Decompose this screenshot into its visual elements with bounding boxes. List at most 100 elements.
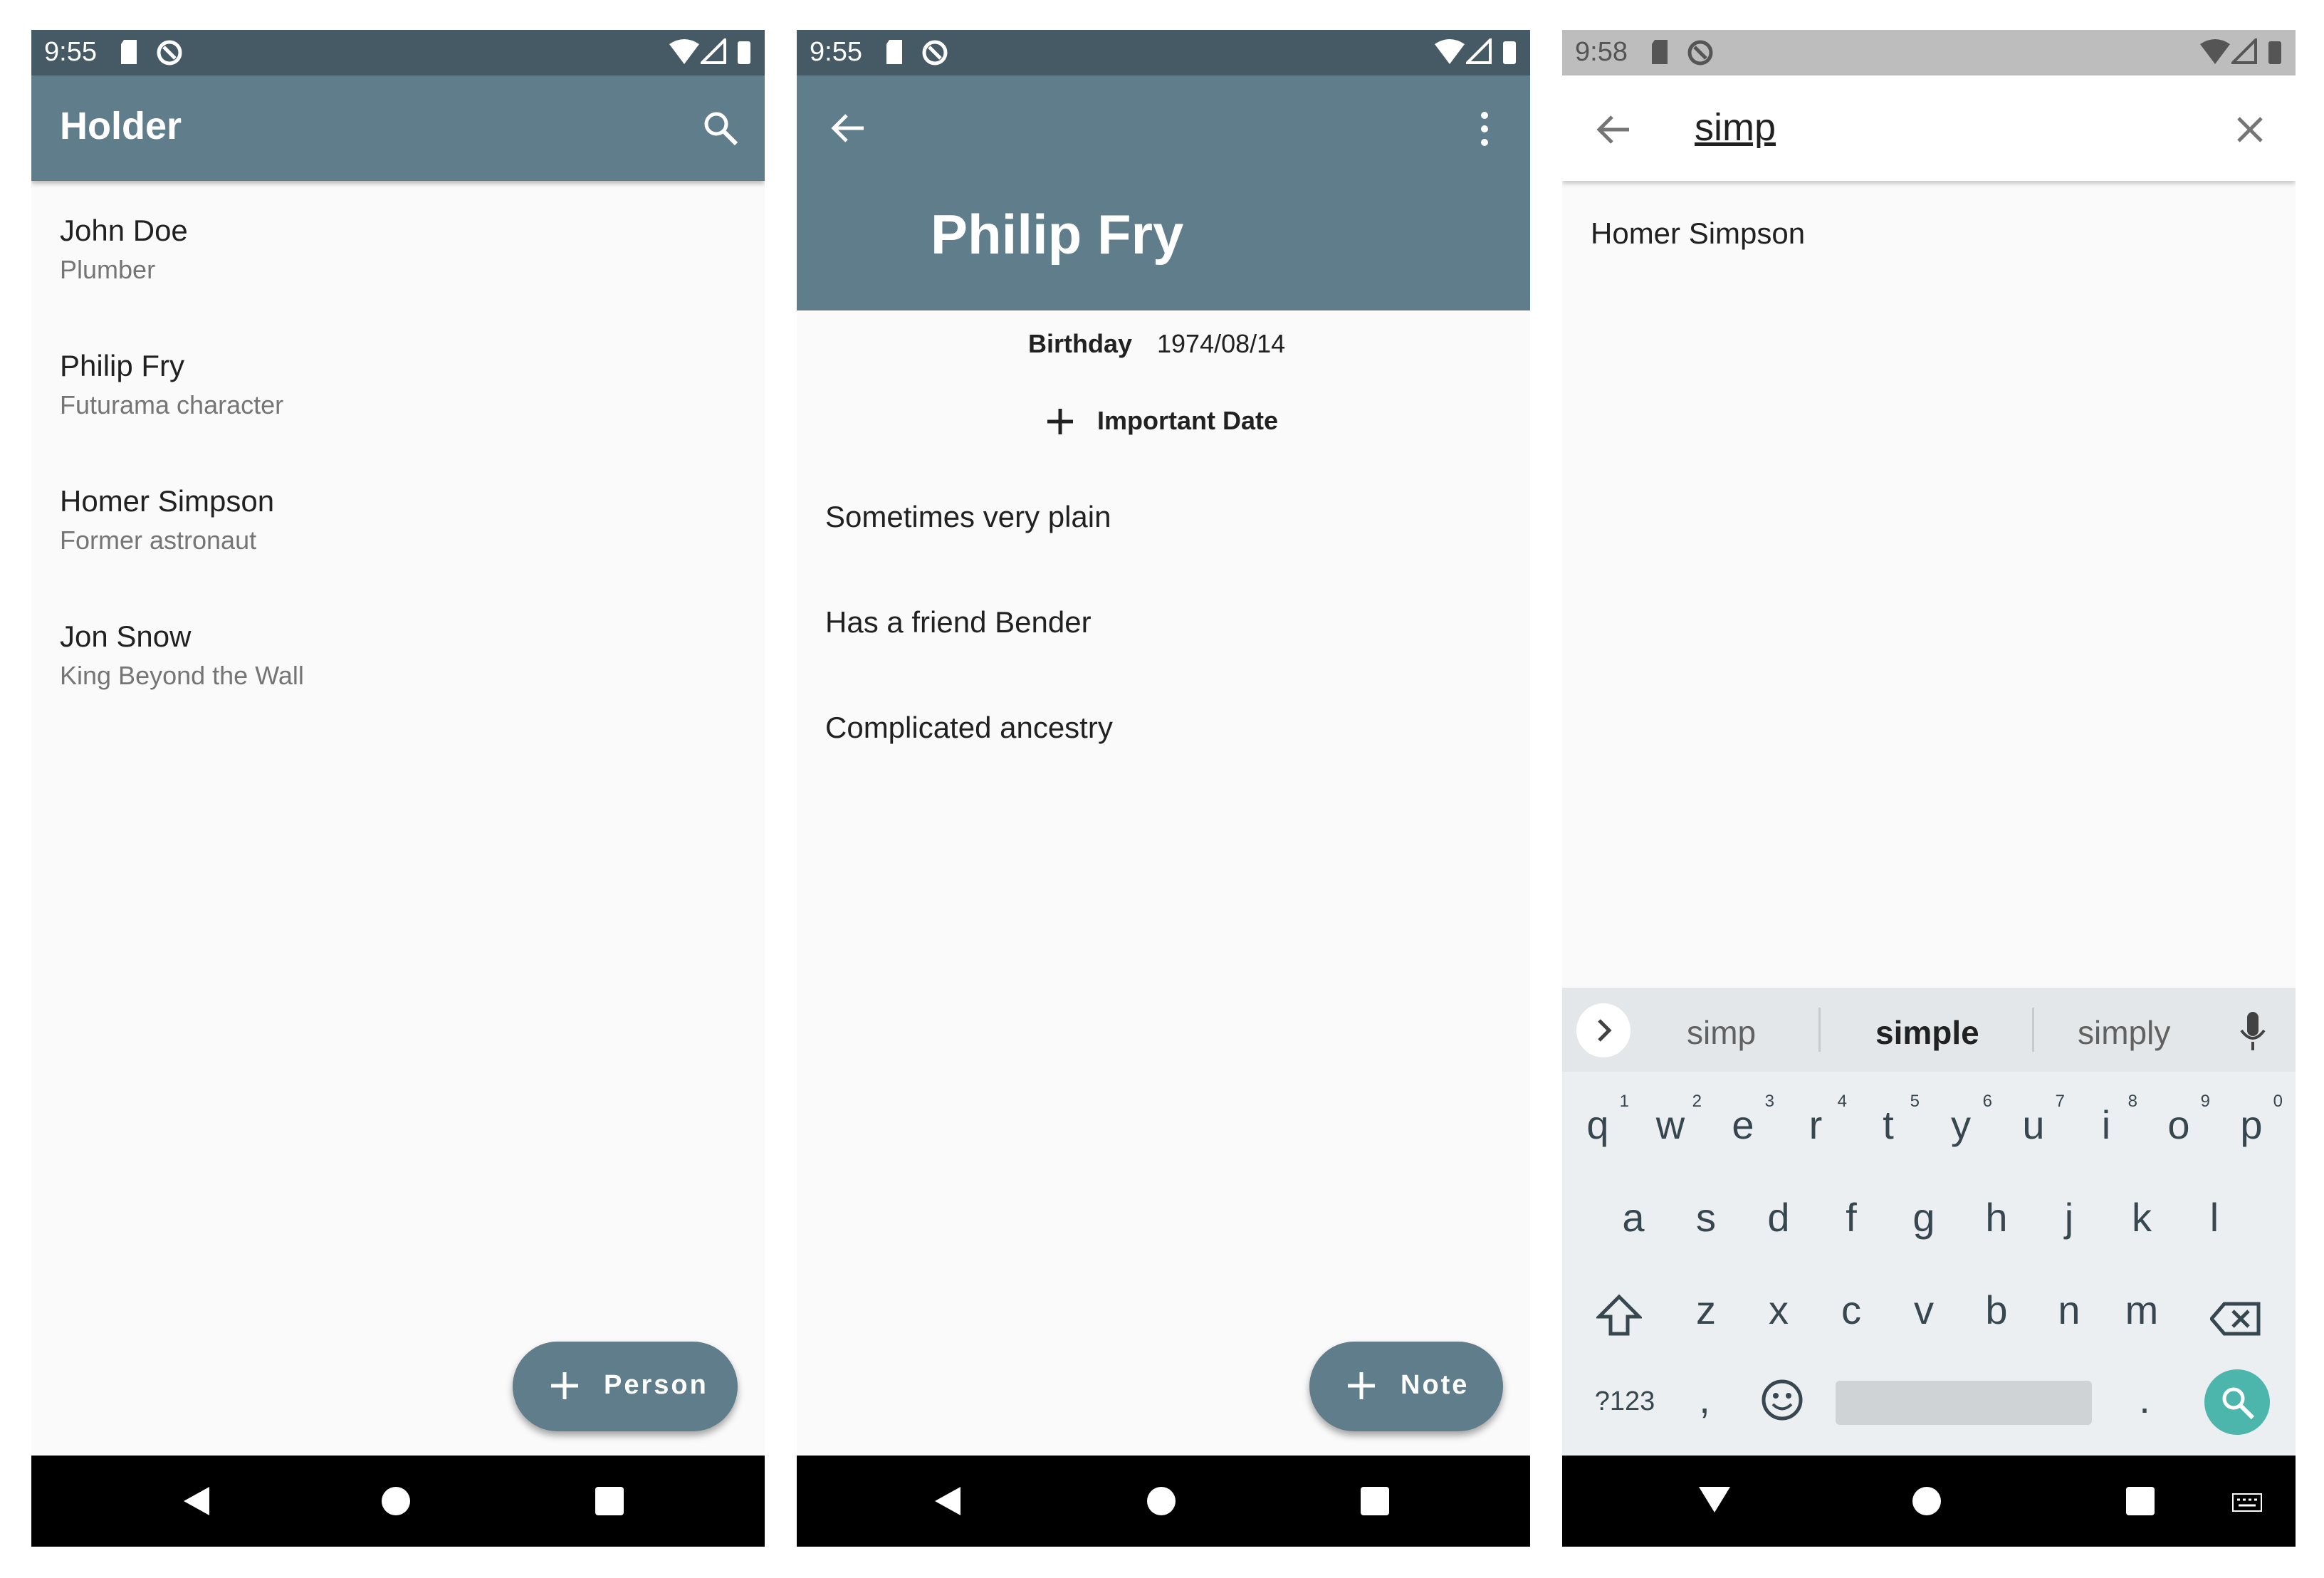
key[interactable]: e3 (1707, 1092, 1779, 1148)
person-subtitle: King Beyond the Wall (60, 661, 304, 690)
add-person-button[interactable]: Person (513, 1342, 738, 1431)
recents-nav-icon[interactable] (1359, 1484, 1391, 1518)
person-name: John Doe (60, 214, 188, 247)
sync-icon (922, 40, 948, 66)
list-item[interactable]: Philip Fry Futurama character (60, 349, 283, 420)
birthday-label: Birthday (1028, 329, 1133, 358)
phone-screen-search: 9:58 simp Homer Simpson simp simple simp… (1562, 30, 2296, 1547)
key[interactable]: o9 (2143, 1092, 2214, 1148)
signal-icon (2231, 38, 2257, 64)
symbols-key[interactable]: ?123 (1582, 1386, 1668, 1417)
key[interactable]: u7 (1998, 1092, 2069, 1148)
nav-bar (797, 1456, 1530, 1547)
mic-icon[interactable] (2239, 1010, 2267, 1052)
search-icon (2222, 1387, 2255, 1420)
home-nav-icon[interactable] (1146, 1484, 1177, 1518)
key[interactable]: q1 (1562, 1092, 1633, 1148)
keyboard-switch-icon[interactable] (2231, 1493, 2263, 1512)
key[interactable]: g (1888, 1194, 1959, 1240)
key[interactable]: y6 (1925, 1092, 1996, 1148)
list-item[interactable]: Jon Snow King Beyond the Wall (60, 620, 304, 691)
key[interactable]: s (1670, 1194, 1742, 1240)
back-arrow-icon[interactable] (829, 110, 867, 147)
hide-keyboard-nav-icon[interactable] (1697, 1484, 1732, 1515)
fab-label: Person (604, 1370, 708, 1400)
key[interactable]: j (2034, 1194, 2105, 1240)
backspace-icon[interactable] (2210, 1301, 2261, 1337)
add-important-date-button[interactable]: Important Date (1046, 400, 1317, 443)
note-item[interactable]: Has a friend Bender (825, 605, 1092, 639)
search-icon[interactable] (702, 110, 740, 148)
suggestion-item[interactable]: simp (1687, 1013, 1756, 1052)
add-date-label: Important Date (1097, 406, 1279, 435)
key[interactable]: h (1961, 1194, 2032, 1240)
signal-icon (701, 38, 726, 64)
divider (1818, 1008, 1821, 1052)
phone-screen-detail: 9:55 Philip Fry Birthday 1974/08/14 Impo… (797, 30, 1530, 1547)
key[interactable]: l (2179, 1194, 2250, 1240)
key[interactable]: z (1670, 1287, 1742, 1333)
birthday-value[interactable]: 1974/08/14 (1157, 329, 1285, 359)
plus-icon (1047, 409, 1073, 434)
suggestion-item[interactable]: simple (1875, 1013, 1979, 1052)
chevron-right-icon[interactable] (1575, 1002, 1632, 1059)
back-arrow-icon[interactable] (1595, 111, 1632, 148)
key[interactable]: k (2106, 1194, 2177, 1240)
search-result-item[interactable]: Homer Simpson (1591, 216, 1805, 251)
back-nav-icon[interactable] (181, 1484, 212, 1518)
wifi-icon (669, 39, 699, 64)
suggestion-item[interactable]: simply (2078, 1013, 2170, 1052)
key[interactable]: i8 (2071, 1092, 2142, 1148)
search-action-button[interactable] (2204, 1369, 2270, 1435)
emoji-icon[interactable] (1760, 1378, 1804, 1422)
person-title: Philip Fry (931, 203, 1184, 266)
key[interactable]: r4 (1780, 1092, 1851, 1148)
app-bar: Holder (31, 75, 765, 181)
back-nav-icon[interactable] (932, 1484, 963, 1518)
nav-bar (31, 1456, 765, 1547)
note-item[interactable]: Complicated ancestry (825, 711, 1113, 745)
key[interactable]: c (1816, 1287, 1887, 1333)
key[interactable]: v (1888, 1287, 1959, 1333)
spacebar[interactable] (1836, 1381, 2092, 1425)
sync-icon (1687, 40, 1713, 66)
phone-screen-list: 9:55 Holder John Doe Plumber Philip Fry … (31, 30, 765, 1547)
recents-nav-icon[interactable] (594, 1484, 625, 1518)
home-nav-icon[interactable] (380, 1484, 412, 1518)
list-item[interactable]: John Doe Plumber (60, 214, 188, 285)
home-nav-icon[interactable] (1911, 1484, 1942, 1518)
app-title: Holder (60, 105, 182, 147)
key[interactable]: m (2106, 1287, 2177, 1333)
signal-icon (1466, 38, 1492, 64)
comma-key[interactable]: , (1669, 1376, 1740, 1422)
key[interactable]: a (1598, 1194, 1669, 1240)
person-name: Philip Fry (60, 349, 185, 382)
key[interactable]: f (1816, 1194, 1887, 1240)
status-time: 9:55 (810, 37, 862, 67)
status-time: 9:58 (1575, 37, 1628, 67)
status-time: 9:55 (44, 37, 97, 67)
add-note-button[interactable]: Note (1309, 1342, 1503, 1431)
plus-icon (1348, 1372, 1375, 1399)
shift-icon[interactable] (1596, 1294, 1642, 1337)
period-key[interactable]: . (2109, 1376, 2180, 1422)
sd-card-icon (121, 40, 137, 64)
key[interactable]: d (1743, 1194, 1814, 1240)
plus-icon (551, 1372, 578, 1399)
key[interactable]: w2 (1635, 1092, 1706, 1148)
search-input[interactable]: simp (1695, 105, 1776, 150)
list-item[interactable]: Homer Simpson Former astronaut (60, 484, 274, 555)
close-icon[interactable] (2236, 115, 2264, 144)
key[interactable]: p0 (2216, 1092, 2287, 1148)
more-vert-icon[interactable] (1477, 110, 1492, 148)
battery-icon (1503, 41, 1516, 64)
recents-nav-icon[interactable] (2125, 1484, 2156, 1518)
key[interactable]: b (1961, 1287, 2032, 1333)
nav-bar (1562, 1456, 2296, 1547)
search-bar: simp (1562, 75, 2296, 181)
note-item[interactable]: Sometimes very plain (825, 500, 1111, 534)
key[interactable]: n (2034, 1287, 2105, 1333)
person-subtitle: Futurama character (60, 390, 284, 419)
key[interactable]: t5 (1853, 1092, 1924, 1148)
key[interactable]: x (1743, 1287, 1814, 1333)
